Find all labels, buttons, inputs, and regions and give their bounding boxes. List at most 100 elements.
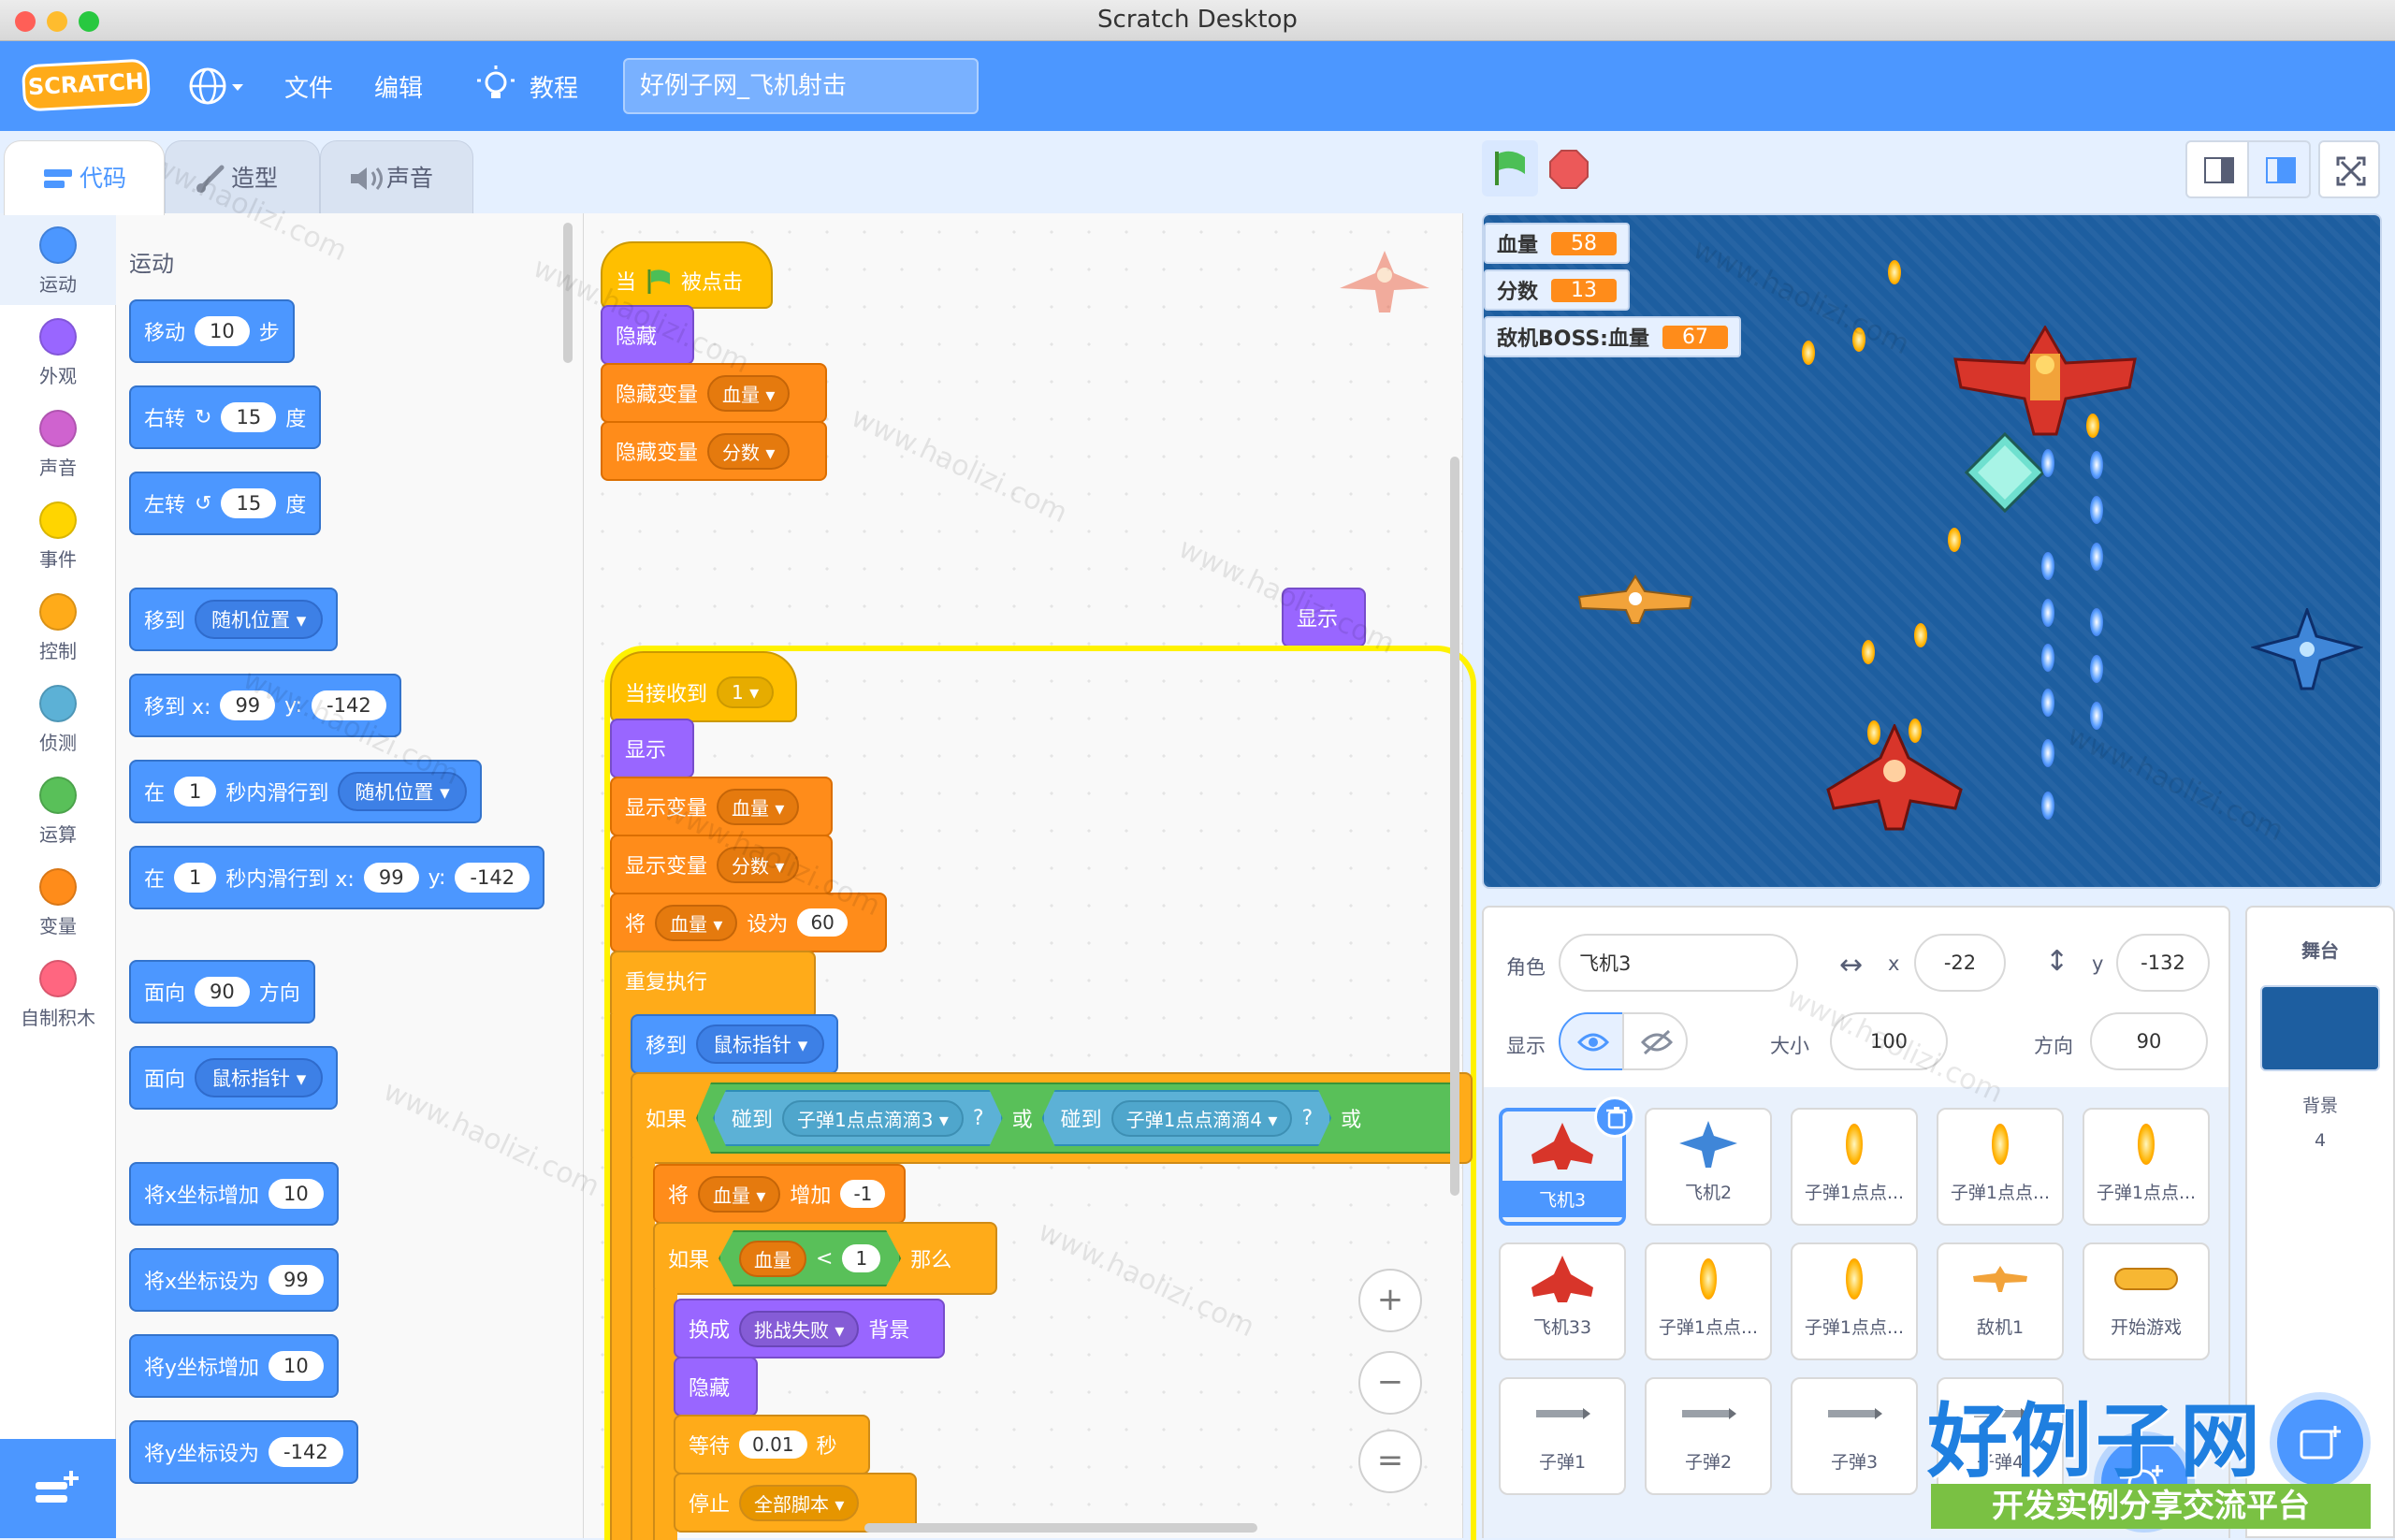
category-variables[interactable]: 变量 [0, 855, 116, 947]
sprite-tile[interactable]: 子弹1点点... [1791, 1108, 1918, 1226]
block-when-flag-clicked[interactable]: 当 被点击 [601, 241, 773, 309]
block-goto-mouse[interactable]: 移到 鼠标指针 ▾ [631, 1014, 838, 1074]
small-stage-button[interactable] [2185, 140, 2249, 198]
fullscreen-button[interactable] [2318, 140, 2380, 198]
block-dropdown[interactable]: 鼠标指针 ▾ [195, 1058, 324, 1097]
block-point-towards[interactable]: 面向 鼠标指针 ▾ [129, 1046, 339, 1110]
sprite-tile[interactable]: 子弹1点点... [1937, 1108, 2064, 1226]
block-change-x[interactable]: 将x坐标增加 10 [129, 1162, 339, 1226]
category-sensing[interactable]: 侦测 [0, 672, 116, 763]
block-forever[interactable]: 重复执行 [610, 951, 816, 1020]
add-extension-button[interactable] [0, 1439, 116, 1538]
block-show-variable[interactable]: 显示变量 分数 ▾ [610, 835, 833, 894]
tutorials-menu[interactable]: 教程 [477, 65, 617, 107]
script-workspace[interactable]: 当被点击 隐藏 隐藏变量 血量 ▾ 隐藏变量 分数 ▾ 显示 当接收到 1 ▾ 显示 … [584, 213, 1473, 1540]
zoom-out-button[interactable]: − [1358, 1351, 1422, 1415]
block-if-less-than[interactable]: 如果 血量 <1 那么 [653, 1222, 997, 1295]
x-input[interactable]: -22 [1914, 934, 2006, 992]
sprite-tile[interactable]: 子弹1点点... [2083, 1108, 2210, 1226]
block-input[interactable]: 10 [195, 316, 250, 346]
direction-input[interactable]: 90 [2090, 1012, 2208, 1070]
block-goto[interactable]: 移到 随机位置 ▾ [129, 588, 339, 651]
sprite-tile[interactable]: 敌机1 [1937, 1242, 2064, 1360]
sprite-tile[interactable]: 开始游戏 [2083, 1242, 2210, 1360]
block-point-direction[interactable]: 面向 90 方向 [129, 960, 315, 1024]
language-menu[interactable] [187, 64, 247, 109]
show-sprite-button[interactable] [1559, 1012, 1624, 1070]
block-hide[interactable]: 隐藏 [601, 305, 694, 365]
block-dropdown[interactable]: 分数 ▾ [707, 432, 791, 470]
block-input[interactable]: 99 [363, 863, 419, 893]
block-if-touching[interactable]: 如果 碰到 子弹1点点滴滴3 ▾? 或 碰到 子弹1点点滴滴4 ▾? 或 [631, 1072, 1473, 1164]
block-input[interactable]: -142 [312, 690, 386, 720]
block-dropdown[interactable]: 鼠标指针 ▾ [696, 1024, 825, 1064]
block-input[interactable]: 15 [221, 402, 277, 432]
block-goto-xy[interactable]: 移到 x: 99 y: -142 [129, 674, 401, 737]
block-input[interactable]: 15 [221, 488, 277, 518]
backdrop-thumbnail[interactable] [2260, 985, 2380, 1071]
block-input[interactable]: 99 [220, 690, 276, 720]
block-input[interactable]: 1 [174, 777, 217, 806]
block-move-steps[interactable]: 移动 10 步 [129, 299, 295, 363]
tab-code[interactable]: 代码 [4, 140, 165, 215]
sprite-tile[interactable]: 飞机2 [1645, 1108, 1772, 1226]
tab-sounds[interactable]: 声音 [320, 140, 473, 215]
block-dropdown[interactable]: 1 ▾ [717, 676, 775, 708]
block-switch-backdrop[interactable]: 换成 挑战失败 ▾ 背景 [674, 1299, 945, 1358]
category-control[interactable]: 控制 [0, 580, 116, 672]
block-turn-left[interactable]: 左转 ↺ 15 度 [129, 472, 322, 535]
block-dropdown[interactable]: 全部脚本 ▾ [739, 1484, 860, 1521]
sprite-tile[interactable]: 子弹1点点... [1791, 1242, 1918, 1360]
scratch-logo[interactable]: SCRATCH [21, 58, 152, 112]
zoom-in-button[interactable]: + [1358, 1269, 1422, 1332]
block-dropdown[interactable]: 子弹1点点滴滴3 ▾ [782, 1100, 964, 1137]
category-events[interactable]: 事件 [0, 488, 116, 580]
sprite-name-input[interactable]: 飞机3 [1559, 934, 1798, 992]
block-glide[interactable]: 在 1 秒内滑行到 随机位置 ▾ [129, 760, 482, 823]
block-less-than[interactable]: 血量 <1 [718, 1230, 901, 1286]
variable-reporter[interactable]: 血量 [739, 1241, 806, 1277]
large-stage-button[interactable] [2247, 140, 2311, 198]
block-set-y[interactable]: 将y坐标设为 -142 [129, 1420, 358, 1484]
delete-sprite-button[interactable] [1594, 1097, 1635, 1138]
edit-menu[interactable]: 编辑 [374, 69, 423, 104]
block-set-x[interactable]: 将x坐标设为 99 [129, 1248, 339, 1312]
project-title-input[interactable]: 好例子网_飞机射击 [623, 58, 979, 114]
block-touching[interactable]: 碰到 子弹1点点滴滴3 ▾? [713, 1090, 1003, 1146]
palette-scrollbar[interactable] [563, 223, 573, 363]
category-looks[interactable]: 外观 [0, 305, 116, 397]
block-set-variable[interactable]: 将血量 ▾ 设为 60 [610, 893, 887, 952]
size-input[interactable]: 100 [1830, 1012, 1948, 1070]
block-change-y[interactable]: 将y坐标增加 10 [129, 1334, 339, 1398]
block-input[interactable]: -1 [840, 1180, 886, 1208]
block-input[interactable]: 99 [269, 1265, 324, 1295]
block-turn-right[interactable]: 右转 ↻ 15 度 [129, 385, 322, 449]
block-when-receive[interactable]: 当接收到 1 ▾ [610, 651, 797, 722]
workspace-hscrollbar[interactable] [864, 1523, 1257, 1533]
block-dropdown[interactable]: 挑战失败 ▾ [739, 1310, 860, 1347]
block-input[interactable]: 10 [269, 1179, 324, 1209]
block-touching[interactable]: 碰到 子弹1点点滴滴4 ▾? [1042, 1090, 1332, 1146]
stop-button[interactable] [1549, 150, 1589, 189]
block-input[interactable]: 1 [174, 863, 217, 893]
block-dropdown[interactable]: 血量 ▾ [717, 788, 800, 825]
block-hide-variable[interactable]: 隐藏变量 分数 ▾ [601, 421, 827, 481]
block-input[interactable]: 10 [269, 1351, 324, 1381]
block-input[interactable]: 60 [797, 908, 848, 937]
block-input[interactable]: -142 [455, 863, 530, 893]
block-glide-xy[interactable]: 在 1 秒内滑行到 x: 99 y: -142 [129, 846, 545, 909]
stage-backdrop-panel[interactable]: 舞台 背景 4 [2245, 906, 2395, 1538]
sprite-tile[interactable]: 子弹3 [1791, 1377, 1918, 1495]
block-dropdown[interactable]: 血量 ▾ [698, 1175, 781, 1213]
stage-canvas[interactable]: 血量 58 分数 13 敌机BOSS:血量 67 [1482, 213, 2382, 889]
sprite-tile[interactable]: 子弹1 [1499, 1377, 1626, 1495]
block-change-variable[interactable]: 将血量 ▾ 增加 -1 [653, 1164, 906, 1224]
sprite-tile[interactable]: 子弹1点点... [1645, 1242, 1772, 1360]
block-dropdown[interactable]: 血量 ▾ [655, 904, 738, 941]
block-dropdown[interactable]: 随机位置 ▾ [195, 600, 324, 639]
block-wait[interactable]: 等待 0.01 秒 [674, 1415, 870, 1475]
tab-costumes[interactable]: 造型 [165, 140, 320, 215]
block-input[interactable]: 1 [842, 1244, 880, 1272]
block-dropdown[interactable]: 分数 ▾ [717, 846, 800, 883]
category-motion[interactable]: 运动 [0, 213, 116, 305]
